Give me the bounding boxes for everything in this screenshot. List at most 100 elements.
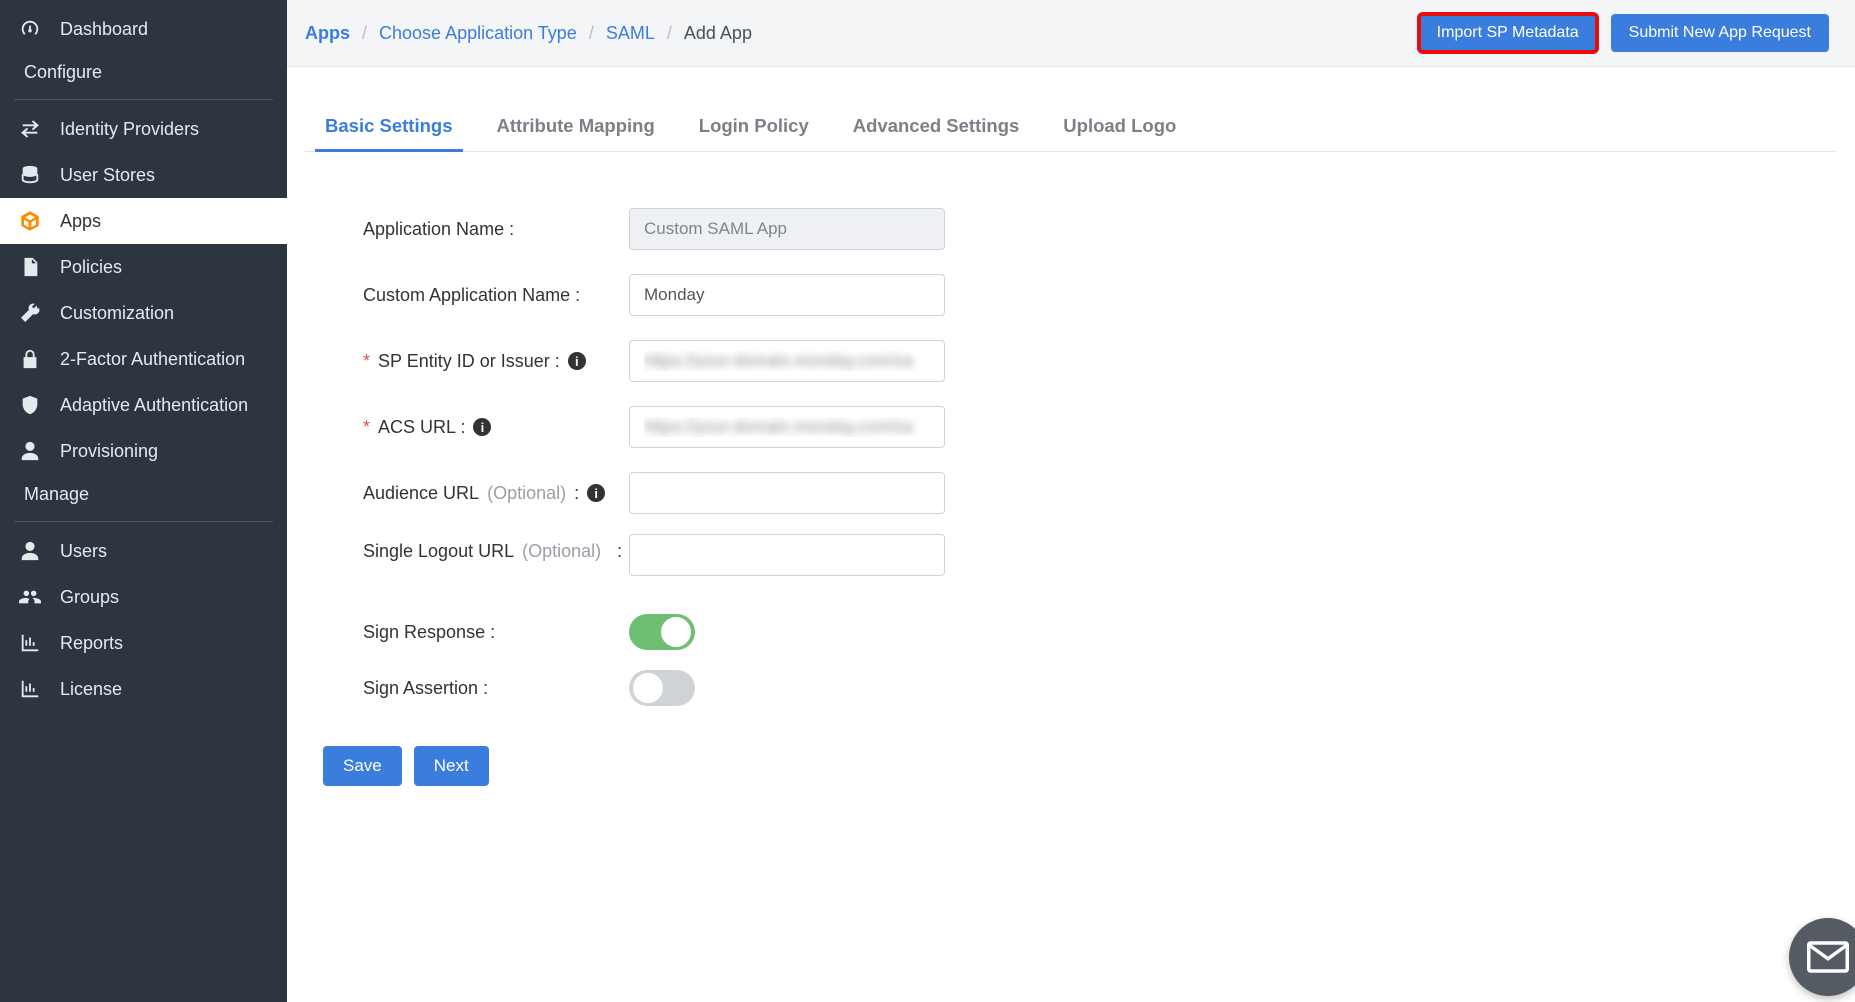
label-acs-url: * ACS URL : i <box>363 417 629 438</box>
box-icon <box>18 210 42 232</box>
sidebar-item-label: Dashboard <box>60 19 148 40</box>
exchange-icon <box>18 118 42 140</box>
sidebar-item-license[interactable]: License <box>0 666 287 712</box>
sidebar-item-users[interactable]: Users <box>0 528 287 574</box>
label-text: Sign Response : <box>363 622 495 643</box>
slo-url-input[interactable] <box>629 534 945 576</box>
sidebar-item-label: License <box>60 679 122 700</box>
sidebar-item-provisioning[interactable]: Provisioning <box>0 428 287 474</box>
label-slo-url: Single Logout URL (Optional) : <box>363 534 629 568</box>
label-text: Application Name : <box>363 219 514 240</box>
save-button[interactable]: Save <box>323 746 402 786</box>
row-audience-url: Audience URL (Optional) : i <box>363 460 1837 526</box>
chart-icon <box>18 678 42 700</box>
submit-new-app-request-button[interactable]: Submit New App Request <box>1611 14 1829 52</box>
toggle-knob <box>633 673 663 703</box>
tab-basic-settings[interactable]: Basic Settings <box>323 109 455 151</box>
user-icon <box>18 440 42 462</box>
lock-icon <box>18 348 42 370</box>
sidebar-item-label: User Stores <box>60 165 155 186</box>
user-icon <box>18 540 42 562</box>
tab-login-policy[interactable]: Login Policy <box>697 109 811 151</box>
sidebar-item-label: Reports <box>60 633 123 654</box>
required-asterisk: * <box>363 417 370 438</box>
info-icon[interactable]: i <box>568 352 586 370</box>
sidebar-item-label: Apps <box>60 211 101 232</box>
chart-icon <box>18 632 42 654</box>
info-icon[interactable]: i <box>473 418 491 436</box>
sidebar-item-label: Adaptive Authentication <box>60 395 248 416</box>
sidebar-item-2fa[interactable]: 2-Factor Authentication <box>0 336 287 382</box>
sign-response-toggle[interactable] <box>629 614 695 650</box>
row-sp-entity: * SP Entity ID or Issuer : i <box>363 328 1837 394</box>
sidebar-item-policies[interactable]: Policies <box>0 244 287 290</box>
row-sign-response: Sign Response : <box>363 604 1837 660</box>
sidebar-item-customization[interactable]: Customization <box>0 290 287 336</box>
form: Application Name : Custom Application Na… <box>305 196 1837 716</box>
users-icon <box>18 586 42 608</box>
breadcrumb-sep: / <box>667 23 672 44</box>
topbar: Apps / Choose Application Type / SAML / … <box>287 0 1855 67</box>
required-asterisk: * <box>363 351 370 372</box>
sidebar-section-configure: Configure <box>0 52 287 95</box>
label-sign-response: Sign Response : <box>363 622 629 643</box>
content: Basic Settings Attribute Mapping Login P… <box>287 67 1855 816</box>
row-custom-name: Custom Application Name : <box>363 262 1837 328</box>
acs-url-input[interactable] <box>629 406 945 448</box>
custom-name-input[interactable] <box>629 274 945 316</box>
row-slo-url: Single Logout URL (Optional) : <box>363 526 1837 604</box>
label-audience-url: Audience URL (Optional) : i <box>363 483 629 504</box>
label-sp-entity: * SP Entity ID or Issuer : i <box>363 351 629 372</box>
app-name-input <box>629 208 945 250</box>
info-icon[interactable]: i <box>587 484 605 502</box>
next-button[interactable]: Next <box>414 746 489 786</box>
sidebar-item-label: 2-Factor Authentication <box>60 349 245 370</box>
document-icon <box>18 256 42 278</box>
label-app-name: Application Name : <box>363 219 629 240</box>
sidebar-item-label: Policies <box>60 257 122 278</box>
tab-attribute-mapping[interactable]: Attribute Mapping <box>495 109 657 151</box>
breadcrumb-choose[interactable]: Choose Application Type <box>379 23 577 44</box>
wrench-icon <box>18 302 42 324</box>
tab-upload-logo[interactable]: Upload Logo <box>1061 109 1178 151</box>
breadcrumb-saml[interactable]: SAML <box>606 23 655 44</box>
sp-entity-input[interactable] <box>629 340 945 382</box>
import-sp-metadata-button[interactable]: Import SP Metadata <box>1419 14 1597 52</box>
sidebar-item-label: Customization <box>60 303 174 324</box>
main: Apps / Choose Application Type / SAML / … <box>287 0 1855 1002</box>
sidebar-item-label: Provisioning <box>60 441 158 462</box>
database-icon <box>18 164 42 186</box>
breadcrumb-apps[interactable]: Apps <box>305 23 350 44</box>
sidebar-hr <box>14 99 273 100</box>
label-text: Custom Application Name : <box>363 285 580 306</box>
sidebar-item-label: Users <box>60 541 107 562</box>
sidebar-item-label: Groups <box>60 587 119 608</box>
sidebar-item-groups[interactable]: Groups <box>0 574 287 620</box>
contact-fab[interactable] <box>1789 918 1855 996</box>
label-text: SP Entity ID or Issuer : <box>378 351 560 372</box>
optional-text: (Optional) <box>487 483 566 504</box>
toggle-knob <box>661 617 691 647</box>
sidebar-item-dashboard[interactable]: Dashboard <box>0 6 287 52</box>
sidebar-item-identity-providers[interactable]: Identity Providers <box>0 106 287 152</box>
label-text: Single Logout URL <box>363 534 514 568</box>
sidebar-item-reports[interactable]: Reports <box>0 620 287 666</box>
label-sign-assertion: Sign Assertion : <box>363 678 629 699</box>
sign-assertion-toggle[interactable] <box>629 670 695 706</box>
row-acs-url: * ACS URL : i <box>363 394 1837 460</box>
tabs: Basic Settings Attribute Mapping Login P… <box>305 109 1837 152</box>
label-custom-name: Custom Application Name : <box>363 285 629 306</box>
label-text: Audience URL <box>363 483 479 504</box>
breadcrumb: Apps / Choose Application Type / SAML / … <box>305 23 752 44</box>
breadcrumb-add-app: Add App <box>684 23 752 44</box>
audience-url-input[interactable] <box>629 472 945 514</box>
sidebar-section-manage: Manage <box>0 474 287 517</box>
mail-icon <box>1807 939 1849 975</box>
sidebar-item-adaptive-auth[interactable]: Adaptive Authentication <box>0 382 287 428</box>
sidebar-item-user-stores[interactable]: User Stores <box>0 152 287 198</box>
tab-advanced-settings[interactable]: Advanced Settings <box>851 109 1022 151</box>
optional-text: (Optional) <box>522 534 601 568</box>
label-text: ACS URL : <box>378 417 465 438</box>
sidebar-item-apps[interactable]: Apps <box>0 198 287 244</box>
sidebar-hr <box>14 521 273 522</box>
